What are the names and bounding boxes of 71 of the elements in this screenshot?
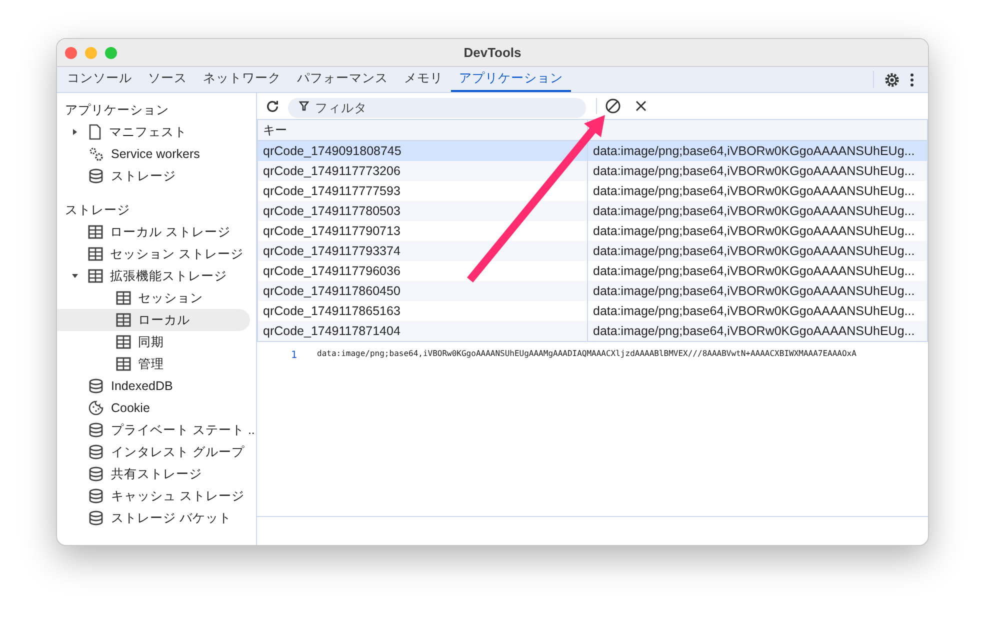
table-row[interactable]: qrCode_1749117773206 data:image/png;base64,iVBORw0KGgoAAAANSUhEUg...	[258, 161, 927, 181]
sidebar-item[interactable]: マニフェスト	[57, 121, 250, 143]
close-window-icon[interactable]	[65, 47, 77, 59]
clear-all-icon[interactable]	[605, 98, 621, 114]
sidebar-item[interactable]: ローカル ストレージ	[57, 221, 250, 243]
database-icon	[88, 444, 104, 460]
line-number: 1	[290, 349, 297, 363]
panel-tab[interactable]: パフォーマンス	[289, 67, 396, 92]
value-cell-text: data:image/png;base64,iVBORw0KGgoAAAANSUhEUg...	[592, 262, 916, 280]
table-icon	[116, 313, 131, 327]
database-icon	[88, 378, 104, 394]
database-icon	[88, 422, 104, 438]
sidebar-item[interactable]: 同期	[57, 331, 250, 353]
table-row[interactable]: qrCode_1749117860450 data:image/png;base64,iVBORw0KGgoAAAANSUhEUg...	[258, 281, 927, 301]
value-cell-text: data:image/png;base64,iVBORw0KGgoAAAANSUhEUg...	[592, 142, 916, 160]
filter-icon	[299, 101, 309, 111]
value-cell-text: data:image/png;base64,iVBORw0KGgoAAAANSUhEUg...	[592, 302, 916, 320]
window-title: DevTools	[464, 44, 522, 62]
sidebar-item[interactable]: キャッシュ ストレージ	[57, 485, 250, 507]
table-row[interactable]: qrCode_1749117780503 data:image/png;base64,iVBORw0KGgoAAAANSUhEUg...	[258, 201, 927, 221]
value-cell-text: data:image/png;base64,iVBORw0KGgoAAAANSUhEUg...	[592, 222, 916, 240]
close-icon[interactable]	[635, 100, 647, 112]
panel-tab[interactable]: コンソール	[59, 67, 140, 92]
database-icon	[88, 168, 104, 184]
settings-icon[interactable]	[884, 72, 900, 88]
value-cell-text: data:image/png;base64,iVBORw0KGgoAAAANSUhEUg...	[592, 322, 916, 340]
value-cell-text: data:image/png;base64,iVBORw0KGgoAAAANSUhEUg...	[592, 162, 916, 180]
table-icon	[88, 225, 103, 239]
sidebar-item[interactable]: 共有ストレージ	[57, 463, 250, 485]
table-icon	[116, 335, 131, 349]
gears-icon	[88, 146, 104, 162]
sidebar-item[interactable]: ストレージ	[57, 165, 250, 187]
sidebar-item[interactable]: インタレスト グループ	[57, 441, 250, 463]
panel-tab[interactable]: アプリケーション	[451, 67, 571, 92]
sidebar-item[interactable]: 管理	[57, 353, 250, 375]
table-icon	[88, 247, 103, 261]
sidebar-item[interactable]: セッション ストレージ	[57, 243, 250, 265]
caret-icon[interactable]	[71, 272, 79, 280]
file-icon	[88, 124, 102, 140]
cookie-icon	[88, 400, 104, 416]
value-cell-text: data:image/png;base64,iVBORw0KGgoAAAANSUhEUg...	[592, 202, 916, 220]
database-icon	[88, 466, 104, 482]
key-cell: qrCode_1749117871404	[258, 321, 588, 341]
database-icon	[88, 488, 104, 504]
sidebar-item[interactable]: 拡張機能ストレージ	[57, 265, 250, 287]
table-row[interactable]: qrCode_1749091808745 data:image/png;base64,iVBORw0KGgoAAAANSUhEUg...	[258, 141, 927, 161]
panel-tab[interactable]: ネットワーク	[195, 67, 289, 92]
section-heading: アプリケーション	[64, 102, 170, 119]
value-cell-text: data:image/png;base64,iVBORw0KGgoAAAANSUhEUg...	[592, 182, 916, 200]
filter-field[interactable]: フィルタ	[288, 98, 586, 118]
table-row[interactable]: qrCode_1749117793374 data:image/png;base64,iVBORw0KGgoAAAANSUhEUg...	[258, 241, 927, 261]
sidebar-item[interactable]: ストレージ バケット	[57, 507, 250, 529]
value-cell-text: data:image/png;base64,iVBORw0KGgoAAAANSUhEUg...	[592, 242, 916, 260]
code-line: data:image/png;base64,iVBORw0KGgoAAAANSUhEUgAAAMgAAADIAQMAAACXljzdAAAABlBMVEX///8AAABVwtN+AAAACXBIWXMAAA7EAAAOxA	[317, 348, 856, 360]
database-icon	[88, 510, 104, 526]
sidebar-item[interactable]: Service workers	[57, 143, 250, 165]
section-heading: ストレージ	[64, 202, 131, 219]
table-icon	[116, 291, 131, 305]
caret-icon[interactable]	[71, 128, 79, 136]
sidebar-item[interactable]: Cookie	[57, 397, 250, 419]
table-icon	[116, 357, 131, 371]
sidebar-item[interactable]: ローカル	[57, 309, 250, 331]
table-icon	[88, 269, 103, 283]
table-row[interactable]: qrCode_1749117871404 data:image/png;base64,iVBORw0KGgoAAAANSUhEUg...	[258, 321, 927, 341]
sidebar-item[interactable]: IndexedDB	[57, 375, 250, 397]
value-cell-text: data:image/png;base64,iVBORw0KGgoAAAANSUhEUg...	[592, 282, 916, 300]
more-options-icon[interactable]	[910, 72, 914, 86]
panel-tab[interactable]: メモリ	[396, 67, 451, 92]
sidebar-item[interactable]: セッション	[57, 287, 250, 309]
refresh-icon[interactable]	[265, 98, 280, 114]
panel-tab[interactable]: ソース	[140, 67, 195, 92]
